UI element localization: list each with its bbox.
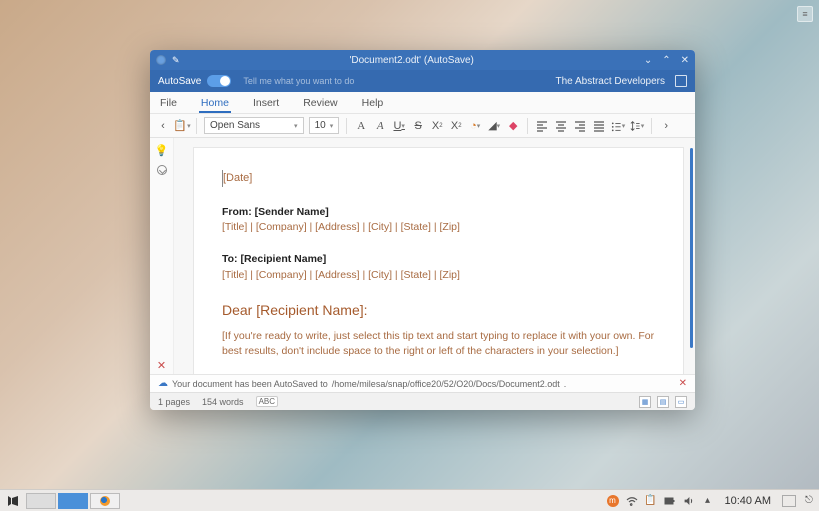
wifi-icon[interactable] (626, 495, 638, 507)
align-justify-icon[interactable] (592, 119, 606, 133)
menu-file[interactable]: File (158, 93, 179, 113)
font-size-value: 10 (315, 120, 326, 131)
clipboard-icon[interactable]: 📋 (645, 495, 657, 507)
align-left-icon[interactable] (535, 119, 549, 133)
separator (651, 118, 652, 134)
page-count[interactable]: 1 pages (158, 397, 190, 407)
to-name[interactable]: [Recipient Name] (240, 253, 326, 265)
formatting-toolbar: ‹ 📋▾ Open Sans ▾ 10 ▾ A A U▾ S X2 X2 ◔▾ … (150, 114, 695, 138)
spellcheck-indicator[interactable]: ABC (256, 396, 278, 407)
tray-expand-icon[interactable]: ▴ (702, 495, 714, 507)
underline-icon[interactable]: U▾ (392, 119, 406, 133)
firefox-icon (100, 496, 110, 506)
tell-me-input[interactable]: Tell me what you want to do (243, 76, 555, 86)
left-gutter: 💡 ✕ (150, 138, 174, 374)
scrollbar-thumb[interactable] (690, 148, 693, 348)
view-web-layout-icon[interactable]: ▤ (657, 396, 669, 408)
autosave-notification: ☁ Your document has been AutoSaved to /h… (150, 374, 695, 392)
track-changes-icon[interactable] (157, 165, 167, 175)
page-viewport[interactable]: [Date] From: [Sender Name] [Title] | [Co… (174, 138, 695, 374)
highlight-icon[interactable]: ◢▾ (487, 119, 501, 133)
dismiss-notification-icon[interactable]: ✕ (679, 378, 687, 389)
more-icon[interactable]: › (659, 119, 673, 133)
back-icon[interactable]: ‹ (156, 119, 170, 133)
font-size-select[interactable]: 10 ▾ (309, 117, 340, 134)
window-title: 'Document2.odt' (AutoSave) (180, 55, 644, 66)
tray-logout-icon[interactable]: ⎋ (803, 495, 815, 507)
from-label[interactable]: From: (222, 206, 252, 218)
font-family-value: Open Sans (210, 120, 260, 131)
font-family-select[interactable]: Open Sans ▾ (204, 117, 304, 134)
tray-update-icon[interactable]: m (607, 495, 619, 507)
taskbar-item-browser[interactable] (90, 493, 120, 509)
menu-bar: File Home Insert Review Help (150, 92, 695, 114)
date-field[interactable]: [Date] (223, 172, 252, 184)
autosave-msg-prefix: Your document has been AutoSaved to (172, 379, 328, 389)
taskbar-item-office[interactable] (58, 493, 88, 509)
os-taskbar: m 📋 ▴ 10:40 AM ⎋ (0, 489, 819, 511)
status-bar: 1 pages 154 words ABC ▦ ▤ ▭ (150, 392, 695, 410)
from-address-line[interactable]: [Title] | [Company] | [Address] | [City]… (222, 220, 655, 236)
menu-review[interactable]: Review (301, 93, 339, 113)
separator (196, 118, 197, 134)
superscript-icon[interactable]: X2 (430, 119, 444, 133)
chevron-down-icon: ▾ (294, 122, 298, 130)
clock[interactable]: 10:40 AM (725, 495, 771, 507)
start-menu-icon[interactable] (4, 494, 22, 508)
body-tip-text[interactable]: [If you're ready to write, just select t… (222, 329, 655, 361)
salutation[interactable]: Dear [Recipient Name]: (222, 300, 655, 321)
separator (346, 118, 347, 134)
align-center-icon[interactable] (554, 119, 568, 133)
eraser-icon[interactable]: ◆ (506, 119, 520, 133)
to-label[interactable]: To: (222, 253, 238, 265)
cloud-icon: ☁ (158, 378, 168, 389)
document-icon[interactable] (675, 75, 687, 87)
title-bar: ✎ 'Document2.odt' (AutoSave) ⌄ ⌃ ✕ (150, 50, 695, 70)
app-icon (156, 55, 166, 65)
lightbulb-icon[interactable]: 💡 (155, 144, 169, 157)
menu-help[interactable]: Help (360, 93, 386, 113)
subscript-icon[interactable]: X2 (449, 119, 463, 133)
work-area: 💡 ✕ [Date] From: [Sender Name] [Title] |… (150, 138, 695, 374)
line-spacing-icon[interactable]: ▾ (630, 119, 644, 133)
battery-icon[interactable] (664, 495, 676, 507)
menu-insert[interactable]: Insert (251, 93, 281, 113)
autosave-bar: AutoSave Tell me what you want to do The… (150, 70, 695, 92)
align-right-icon[interactable] (573, 119, 587, 133)
app-window: ✎ 'Document2.odt' (AutoSave) ⌄ ⌃ ✕ AutoS… (150, 50, 695, 410)
pin-icon[interactable]: ✎ (172, 55, 180, 66)
font-color-icon[interactable]: ◔▾ (468, 119, 482, 133)
to-address-line[interactable]: [Title] | [Company] | [Address] | [City]… (222, 268, 655, 284)
separator (527, 118, 528, 134)
from-name[interactable]: [Sender Name] (255, 206, 329, 218)
show-desktop-button[interactable] (782, 495, 796, 507)
brand-label: The Abstract Developers (556, 76, 666, 87)
menu-home[interactable]: Home (199, 93, 231, 113)
close-button[interactable]: ✕ (681, 55, 689, 66)
word-count[interactable]: 154 words (202, 397, 244, 407)
autosave-toggle[interactable] (207, 75, 231, 87)
italic-icon[interactable]: A (373, 119, 387, 133)
volume-icon[interactable] (683, 495, 695, 507)
os-menu-button[interactable]: ≡ (797, 6, 813, 22)
bullet-list-icon[interactable]: ▾ (611, 119, 625, 133)
document-page[interactable]: [Date] From: [Sender Name] [Title] | [Co… (194, 148, 683, 374)
autosave-msg-path: /home/milesa/snap/office20/52/O20/Docs/D… (332, 379, 560, 389)
view-print-layout-icon[interactable]: ▦ (639, 396, 651, 408)
strikethrough-icon[interactable]: S (411, 119, 425, 133)
view-reading-icon[interactable]: ▭ (675, 396, 687, 408)
autosave-label: AutoSave (158, 76, 201, 87)
minimize-button[interactable]: ⌄ (644, 55, 652, 66)
paste-icon[interactable]: 📋▾ (175, 119, 189, 133)
chevron-down-icon: ▾ (330, 122, 334, 130)
bold-icon[interactable]: A (354, 119, 368, 133)
taskbar-item-desktop[interactable] (26, 493, 56, 509)
maximize-button[interactable]: ⌃ (662, 55, 670, 66)
close-panel-icon[interactable]: ✕ (157, 359, 166, 372)
